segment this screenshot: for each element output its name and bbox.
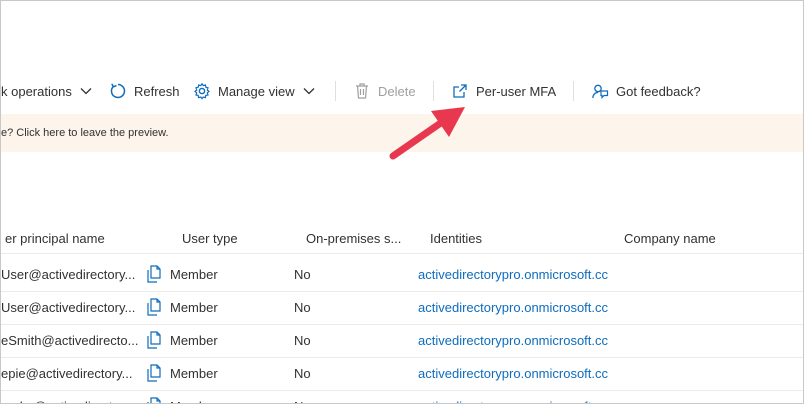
copy-icon[interactable]: [147, 397, 161, 404]
copy-icon[interactable]: [147, 331, 161, 349]
on-premises-cell: No: [294, 333, 311, 348]
refresh-icon: [109, 82, 127, 100]
upn-cell[interactable]: User@activedirectory...: [1, 258, 135, 291]
copy-icon[interactable]: [147, 298, 161, 316]
bulk-operations-label: k operations: [1, 83, 72, 99]
copy-icon[interactable]: [147, 364, 161, 382]
user-type-cell: Member: [170, 366, 218, 381]
per-user-mfa-label: Per-user MFA: [476, 83, 557, 99]
upn-cell[interactable]: epie@activedirectory...: [1, 357, 132, 390]
table-row[interactable]: eSmith@activedirecto... Member No active…: [1, 324, 803, 358]
on-premises-cell: No: [294, 390, 311, 403]
on-premises-cell: No: [294, 267, 311, 282]
identities-link[interactable]: activedirectorypro.onmicrosoft.cc: [418, 357, 608, 390]
user-type-cell: Member: [170, 300, 218, 315]
manage-view-label: Manage view: [218, 83, 295, 99]
feedback-label: Got feedback?: [616, 83, 701, 99]
upn-cell[interactable]: User@activedirectory...: [1, 291, 135, 324]
toolbar-divider: [573, 81, 574, 101]
table-row[interactable]: _adm@activedirecto... Member No activedi…: [1, 390, 803, 404]
column-header-on-premises[interactable]: On-premises s...: [306, 223, 401, 253]
refresh-button[interactable]: Refresh: [109, 75, 180, 107]
bulk-operations-button[interactable]: k operations: [1, 75, 92, 107]
app-frame: k operations Refresh Manage view Delete …: [0, 0, 804, 404]
gear-icon: [193, 82, 211, 100]
table-row[interactable]: User@activedirectory... Member No active…: [1, 291, 803, 325]
manage-view-button[interactable]: Manage view: [193, 75, 315, 107]
identities-link[interactable]: activedirectorypro.onmicrosoft.cc: [418, 390, 608, 403]
feedback-icon: [591, 82, 609, 100]
annotation-arrow-icon: [389, 107, 465, 160]
identities-link[interactable]: activedirectorypro.onmicrosoft.cc: [418, 258, 608, 291]
users-table-header: er principal name User type On-premises …: [1, 223, 803, 254]
feedback-button[interactable]: Got feedback?: [591, 75, 701, 107]
chevron-down-icon: [80, 87, 92, 95]
on-premises-cell: No: [294, 366, 311, 381]
refresh-label: Refresh: [134, 83, 180, 99]
upn-cell[interactable]: _adm@activedirecto...: [1, 390, 131, 403]
column-header-user-type[interactable]: User type: [182, 223, 238, 253]
copy-icon[interactable]: [147, 265, 161, 283]
column-header-company-name[interactable]: Company name: [624, 223, 716, 253]
toolbar-divider: [335, 81, 336, 101]
column-header-identities[interactable]: Identities: [430, 223, 482, 253]
column-header-upn[interactable]: er principal name: [5, 223, 105, 253]
on-premises-cell: No: [294, 300, 311, 315]
table-row[interactable]: User@activedirectory... Member No active…: [1, 258, 803, 292]
identities-link[interactable]: activedirectorypro.onmicrosoft.cc: [418, 291, 608, 324]
user-type-cell: Member: [170, 390, 218, 403]
preview-banner-text[interactable]: e? Click here to leave the preview.: [1, 127, 169, 139]
chevron-down-icon: [303, 87, 315, 95]
identities-link[interactable]: activedirectorypro.onmicrosoft.cc: [418, 324, 608, 357]
user-type-cell: Member: [170, 267, 218, 282]
upn-cell[interactable]: eSmith@activedirecto...: [1, 324, 138, 357]
table-row[interactable]: epie@activedirectory... Member No active…: [1, 357, 803, 391]
user-type-cell: Member: [170, 333, 218, 348]
trash-icon: [353, 82, 371, 100]
